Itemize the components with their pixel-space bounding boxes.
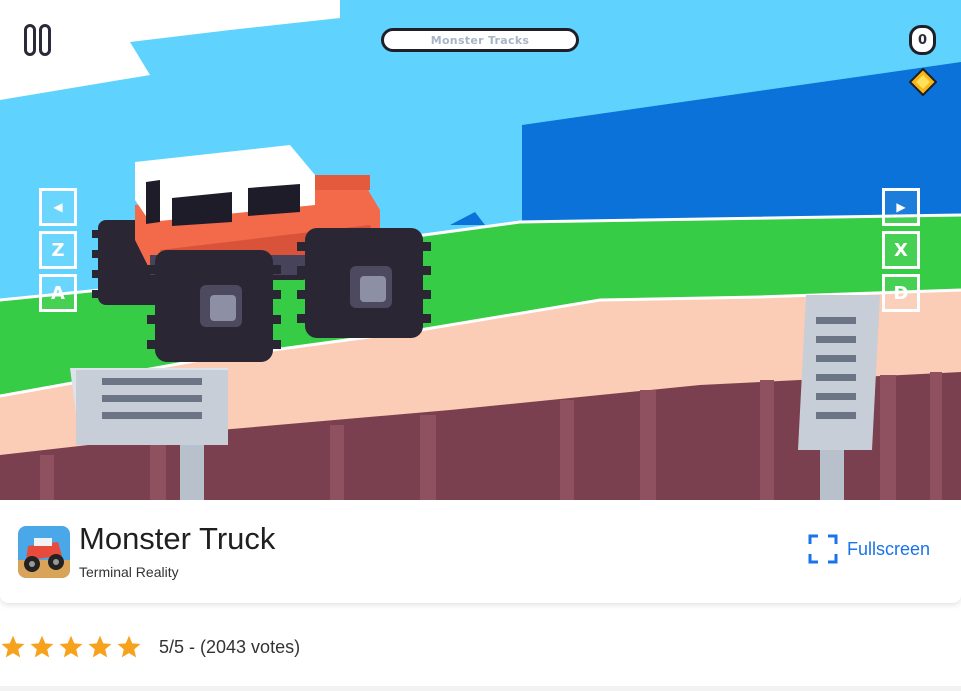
rating-row: 5/5 - (2043 votes) — [0, 631, 300, 663]
star-icon-4[interactable] — [87, 634, 113, 660]
pause-icon-bar-right — [39, 24, 51, 56]
star-icon-5[interactable] — [116, 634, 142, 660]
game-thumbnail — [18, 526, 70, 578]
control-left-arrow[interactable]: ◀ — [39, 188, 77, 226]
control-right-arrow[interactable]: ▶ — [882, 188, 920, 226]
control-key-d[interactable]: D — [882, 274, 920, 312]
game-scene — [0, 0, 961, 500]
game-canvas[interactable]: Monster Tracks 0 ◀ Z A ▶ X D — [0, 0, 961, 500]
game-card: Monster Tracks 0 ◀ Z A ▶ X D Monster Tru… — [0, 0, 961, 603]
control-key-z[interactable]: Z — [39, 231, 77, 269]
pause-button[interactable] — [24, 24, 54, 56]
divider — [0, 686, 961, 691]
game-developer: Terminal Reality — [79, 564, 179, 580]
star-icon-2[interactable] — [29, 634, 55, 660]
coin-icon — [909, 68, 937, 96]
hud-title: Monster Tracks — [381, 28, 579, 52]
rating-text: 5/5 - (2043 votes) — [159, 636, 301, 657]
game-info-bar: Monster Truck Terminal Reality Fullscree… — [0, 500, 961, 603]
score-counter: 0 — [909, 25, 936, 55]
star-icon-1[interactable] — [0, 634, 26, 660]
fullscreen-button[interactable]: Fullscreen — [808, 534, 930, 564]
star-icon-3[interactable] — [58, 634, 84, 660]
game-title: Monster Truck — [79, 521, 276, 556]
star-rating[interactable] — [0, 634, 142, 660]
fullscreen-label: Fullscreen — [847, 538, 931, 559]
fullscreen-icon — [808, 534, 838, 564]
pause-icon-bar-left — [24, 24, 36, 56]
control-key-a[interactable]: A — [39, 274, 77, 312]
control-key-x[interactable]: X — [882, 231, 920, 269]
